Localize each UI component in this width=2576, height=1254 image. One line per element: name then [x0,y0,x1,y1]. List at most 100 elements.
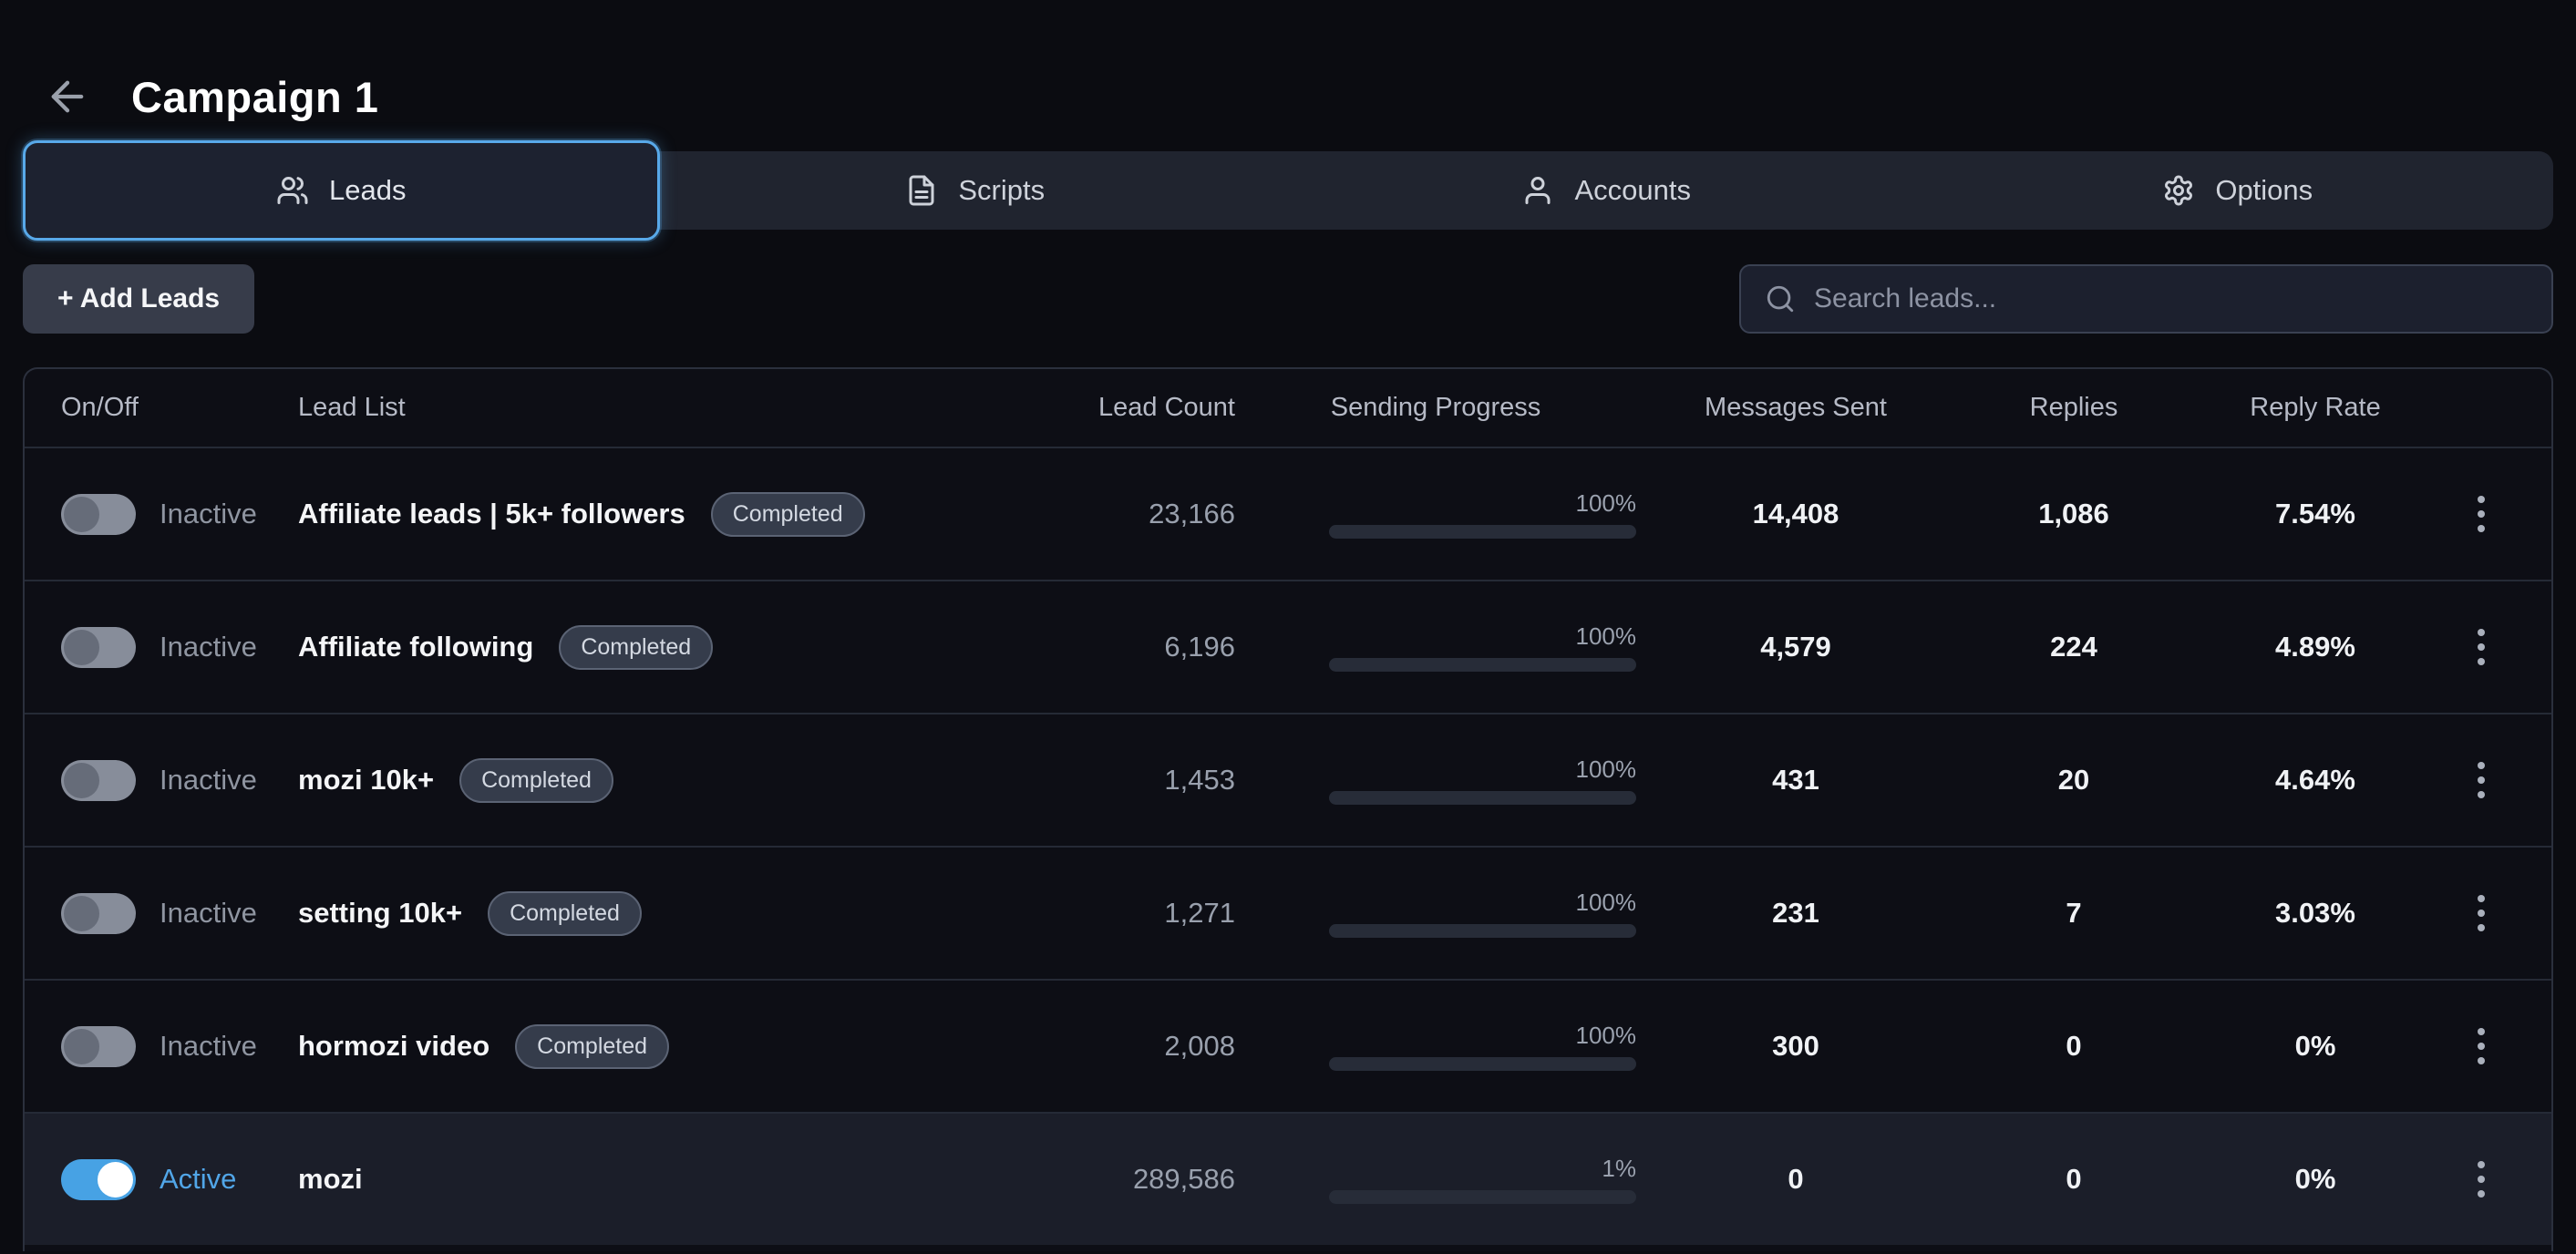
onoff-cell: Inactive [61,494,298,535]
status-badge: Completed [559,625,713,670]
onoff-cell: Active [61,1159,298,1200]
status-badge: Completed [515,1024,669,1069]
col-header-reply-rate: Reply Rate [2192,393,2438,423]
lead-list-cell: Affiliate following Completed [298,625,1016,670]
row-actions-cell [2438,620,2524,674]
search-icon [1765,283,1796,314]
col-header-lead-count: Lead Count [1016,393,1235,423]
progress-percent-label: 100% [1576,622,1637,651]
row-actions-cell [2438,1152,2524,1207]
row-actions-cell [2438,1019,2524,1074]
progress-percent-label: 100% [1576,489,1637,518]
add-leads-button[interactable]: + Add Leads [23,264,254,334]
progress-bar-track [1329,1057,1636,1071]
lead-list-name: mozi 10k+ [298,764,434,797]
tab-label: Scripts [958,174,1045,207]
page-header: Campaign 1 [0,0,2576,146]
lead-count-value: 1,271 [1016,897,1235,930]
onoff-toggle[interactable] [61,627,136,668]
col-header-replies: Replies [1955,393,2192,423]
onoff-toggle[interactable] [61,1026,136,1067]
toggle-knob [64,896,99,931]
lead-list-cell: mozi [298,1163,1016,1196]
col-header-lead-list: Lead List [298,393,1016,423]
lead-list-name: hormozi video [298,1030,489,1063]
row-menu-button[interactable] [2468,1019,2494,1074]
row-actions-cell [2438,487,2524,541]
tab-strip: Leads Scripts Accounts Options [23,151,2553,230]
row-menu-button[interactable] [2468,886,2494,940]
progress-bar-track [1329,791,1636,805]
lead-list-name: mozi [298,1163,363,1196]
user-icon [1521,174,1554,207]
onoff-toggle[interactable] [61,494,136,535]
row-actions-cell [2438,753,2524,807]
replies-value: 0 [1955,1030,2192,1063]
table-row: Active mozi 289,586 1% 0 0 0% [25,1112,2551,1245]
onoff-toggle[interactable] [61,893,136,934]
sending-progress-cell: 1% [1235,1155,1636,1204]
arrow-left-icon [44,73,91,120]
status-label: Inactive [160,1030,257,1063]
table-row: Inactive mozi 10k+ Completed 1,453 100% … [25,713,2551,846]
tab-label: Options [2215,174,2313,207]
lead-count-value: 289,586 [1016,1163,1235,1196]
users-icon [276,174,309,207]
progress-percent-label: 100% [1576,1022,1637,1050]
sending-progress-cell: 100% [1235,1022,1636,1071]
tab-scripts[interactable]: Scripts [660,151,1292,230]
tab-options[interactable]: Options [1922,151,2554,230]
messages-sent-value: 300 [1636,1030,1955,1063]
toggle-knob [64,630,99,665]
lead-count-value: 6,196 [1016,631,1235,663]
col-header-sending-progress: Sending Progress [1235,393,1636,423]
row-menu-button[interactable] [2468,753,2494,807]
row-menu-button[interactable] [2468,620,2494,674]
onoff-cell: Inactive [61,627,298,668]
campaign-page: Campaign 1 Leads Scripts Accounts [0,0,2576,1254]
sending-progress-cell: 100% [1235,889,1636,938]
status-badge: Completed [711,492,865,537]
toggle-knob [64,763,99,798]
lead-list-cell: Affiliate leads | 5k+ followers Complete… [298,492,1016,537]
lead-count-value: 2,008 [1016,1030,1235,1063]
replies-value: 0 [1955,1163,2192,1196]
progress-percent-label: 1% [1602,1155,1636,1183]
reply-rate-value: 3.03% [2192,897,2438,930]
table-header-row: On/Off Lead List Lead Count Sending Prog… [25,369,2551,447]
lead-list-name: setting 10k+ [298,897,462,930]
toggle-knob [64,497,99,532]
sending-progress-cell: 100% [1235,755,1636,805]
onoff-toggle[interactable] [61,1159,136,1200]
reply-rate-value: 4.64% [2192,764,2438,797]
lead-lists-table: On/Off Lead List Lead Count Sending Prog… [23,367,2553,1251]
col-header-onoff: On/Off [61,393,298,423]
status-badge: Completed [488,891,642,936]
col-header-messages-sent: Messages Sent [1636,393,1955,423]
search-input[interactable] [1814,283,2528,314]
back-button[interactable] [44,73,91,120]
status-label: Active [160,1163,236,1196]
status-label: Inactive [160,631,257,663]
progress-percent-label: 100% [1576,889,1637,917]
tab-leads[interactable]: Leads [23,140,660,241]
file-text-icon [905,174,938,207]
onoff-toggle[interactable] [61,760,136,801]
lead-list-cell: hormozi video Completed [298,1024,1016,1069]
tab-accounts[interactable]: Accounts [1291,151,1922,230]
lead-list-cell: setting 10k+ Completed [298,891,1016,936]
status-label: Inactive [160,498,257,530]
tab-label: Leads [329,174,406,207]
search-box [1739,264,2553,334]
table-row: Inactive Affiliate following Completed 6… [25,580,2551,713]
sending-progress-cell: 100% [1235,622,1636,672]
progress-bar-track [1329,924,1636,938]
row-menu-button[interactable] [2468,1152,2494,1207]
messages-sent-value: 4,579 [1636,631,1955,663]
status-badge: Completed [459,758,613,803]
gear-icon [2162,174,2195,207]
replies-value: 20 [1955,764,2192,797]
reply-rate-value: 7.54% [2192,498,2438,530]
row-menu-button[interactable] [2468,487,2494,541]
lead-count-value: 23,166 [1016,498,1235,530]
